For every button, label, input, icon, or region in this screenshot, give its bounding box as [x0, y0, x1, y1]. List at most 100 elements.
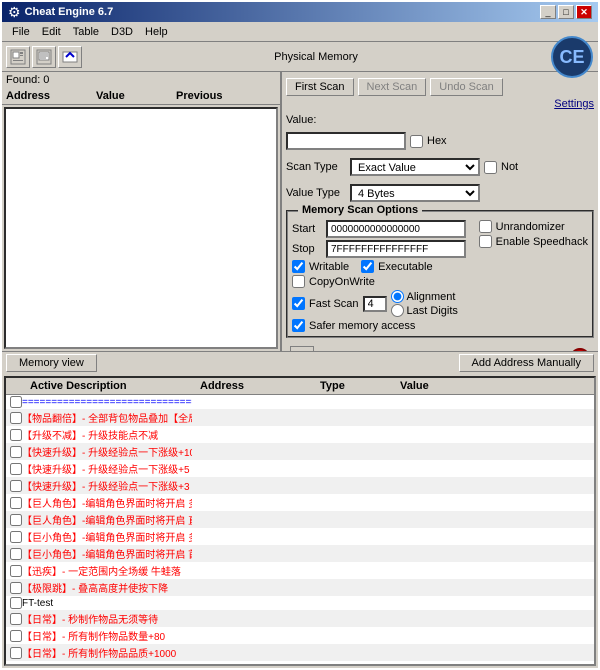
- item-checkbox[interactable]: [10, 565, 22, 577]
- scan-type-row: Scan Type Exact Value Not: [286, 158, 594, 176]
- menu-table[interactable]: Table: [67, 24, 105, 40]
- last-digits-radio[interactable]: [391, 304, 404, 317]
- item-desc: 【日常】- 所有制作物品品质+1000: [22, 645, 192, 660]
- fast-scan-checkbox[interactable]: [292, 297, 305, 310]
- window-title: Cheat Engine 6.7: [25, 6, 114, 18]
- first-scan-button[interactable]: First Scan: [286, 78, 354, 96]
- bottom-list: ========================================…: [6, 395, 594, 666]
- list-item[interactable]: FT-test: [6, 596, 594, 610]
- close-button[interactable]: ✕: [576, 5, 592, 19]
- toolbar-btn-3[interactable]: [58, 46, 82, 68]
- executable-label: Executable: [378, 261, 432, 273]
- list-item[interactable]: 【极限跳】- 叠高高度并使按下降: [6, 579, 594, 596]
- item-checkbox[interactable]: [10, 412, 22, 424]
- undo-scan-button[interactable]: Undo Scan: [430, 78, 502, 96]
- start-label: Start: [292, 223, 322, 235]
- unrandomizer-checkbox[interactable]: [479, 220, 492, 233]
- item-checkbox[interactable]: [10, 613, 22, 625]
- list-item[interactable]: 【日常】- 秒制作物品无须等待 </span>: [6, 610, 594, 627]
- item-checkbox[interactable]: [10, 597, 22, 609]
- executable-checkbox[interactable]: [361, 260, 374, 273]
- memory-scan-options: Memory Scan Options Start Stop: [286, 210, 594, 338]
- item-checkbox[interactable]: [10, 480, 22, 492]
- toolbar-subtitle: Physical Memory: [84, 51, 548, 63]
- bottom-panel[interactable]: Active Description Address Type Value ==…: [4, 376, 596, 666]
- list-item[interactable]: ========================================…: [6, 395, 594, 409]
- not-label: Not: [501, 161, 518, 173]
- list-item[interactable]: 【快速升级】- 升级经验点一下涨级+5 </span>: [6, 460, 594, 477]
- maximize-button[interactable]: □: [558, 5, 574, 19]
- right-panel: First Scan Next Scan Undo Scan Settings …: [282, 72, 598, 351]
- hex-checkbox[interactable]: [410, 135, 423, 148]
- list-item[interactable]: 【巨小角色】-编辑角色界面时将开启 多样变化 </span>: [6, 528, 594, 545]
- copy-on-write-checkbox[interactable]: [292, 275, 305, 288]
- menu-bar: File Edit Table D3D Help: [2, 22, 598, 42]
- bottom-header: Active Description Address Type Value: [6, 378, 594, 395]
- item-checkbox[interactable]: [10, 463, 22, 475]
- item-checkbox[interactable]: [10, 497, 22, 509]
- menu-edit[interactable]: Edit: [36, 24, 67, 40]
- bottom-actions-top: 🔧: [286, 344, 594, 351]
- writable-checkbox[interactable]: [292, 260, 305, 273]
- col-header-addr: Address: [200, 380, 320, 392]
- item-checkbox[interactable]: [10, 630, 22, 642]
- wrench-button[interactable]: 🔧: [290, 346, 314, 351]
- settings-link[interactable]: Settings: [554, 98, 594, 110]
- toolbar-btn-1[interactable]: [6, 46, 30, 68]
- stop-button[interactable]: [570, 348, 590, 351]
- header-address: Address: [6, 90, 96, 102]
- item-checkbox[interactable]: [10, 429, 22, 441]
- list-item[interactable]: 【日常】- 所有制作物品品质+1000 </span>: [6, 644, 594, 661]
- list-item[interactable]: 【巨人角色】-编辑角色界面时将开启 直接变大 </span>: [6, 511, 594, 528]
- item-checkbox[interactable]: [10, 647, 22, 659]
- header-value: Value: [96, 90, 176, 102]
- item-desc: FT-test: [22, 598, 192, 609]
- list-item[interactable]: 【快速升级】- 升级经验点一下涨级+100 </span>: [6, 443, 594, 460]
- value-type-label: Value Type: [286, 187, 346, 199]
- item-desc: 【日常】- 秒制作物品无须等待: [22, 611, 192, 626]
- start-input[interactable]: [326, 220, 466, 238]
- item-checkbox[interactable]: [10, 664, 22, 667]
- menu-help[interactable]: Help: [139, 24, 174, 40]
- address-list[interactable]: [4, 107, 278, 349]
- safer-memory-checkbox[interactable]: [292, 319, 305, 332]
- list-item[interactable]: 【物品翻倍】- 全部背包物品叠加【全局刷新】 </span>: [6, 409, 594, 426]
- item-desc: 【快速升级】- 升级经验点一下涨级+5: [22, 461, 192, 476]
- list-item[interactable]: 【巨人角色】-编辑角色界面时将开启 多样变化 </span>: [6, 494, 594, 511]
- not-checkbox[interactable]: [484, 161, 497, 174]
- writable-exe-row: Writable Executable: [292, 260, 471, 273]
- speedhack-label: Enable Speedhack: [496, 236, 588, 248]
- stop-input[interactable]: [326, 240, 466, 258]
- list-item[interactable]: 【巨小角色】-编辑角色界面时将开启 首接变小 </span>: [6, 545, 594, 562]
- list-item[interactable]: 强力PVP组合 - 确认 - 键开启包含功能: [6, 661, 594, 666]
- list-item[interactable]: 【日常】- 所有制作物品数量+80 </span>: [6, 627, 594, 644]
- fast-scan-input[interactable]: [363, 296, 387, 312]
- value-type-select[interactable]: 4 Bytes: [350, 184, 480, 202]
- item-checkbox[interactable]: [10, 446, 22, 458]
- menu-d3d[interactable]: D3D: [105, 24, 139, 40]
- next-scan-button[interactable]: Next Scan: [358, 78, 427, 96]
- speedhack-row: Enable Speedhack: [479, 235, 588, 248]
- speedhack-checkbox[interactable]: [479, 235, 492, 248]
- mem-view-button[interactable]: Memory view: [6, 354, 97, 372]
- start-row: Start: [292, 220, 471, 238]
- item-desc: 【升级不减】- 升级技能点不减: [22, 427, 192, 442]
- scan-type-select[interactable]: Exact Value: [350, 158, 480, 176]
- item-checkbox[interactable]: [10, 514, 22, 526]
- minimize-button[interactable]: _: [540, 5, 556, 19]
- toolbar-btn-2[interactable]: [32, 46, 56, 68]
- item-desc: 【快速升级】- 升级经验点一下涨级+3: [22, 478, 192, 493]
- menu-file[interactable]: File: [6, 24, 36, 40]
- item-checkbox[interactable]: [10, 582, 22, 594]
- item-desc: 【极限跳】- 叠高高度并使按下降: [22, 580, 192, 595]
- list-item[interactable]: 【升级不减】- 升级技能点不减 </span>: [6, 426, 594, 443]
- last-digits-row: Last Digits: [391, 304, 458, 317]
- value-input[interactable]: [286, 132, 406, 150]
- list-item[interactable]: 【快速升级】- 升级经验点一下涨级+3 </span>: [6, 477, 594, 494]
- alignment-radio[interactable]: [391, 290, 404, 303]
- item-checkbox[interactable]: [10, 531, 22, 543]
- item-checkbox[interactable]: [10, 396, 22, 408]
- add-address-button[interactable]: Add Address Manually: [459, 354, 594, 372]
- item-checkbox[interactable]: [10, 548, 22, 560]
- list-item[interactable]: 【迅疾】- 一定范围内全场缓 牛蛙落: [6, 562, 594, 579]
